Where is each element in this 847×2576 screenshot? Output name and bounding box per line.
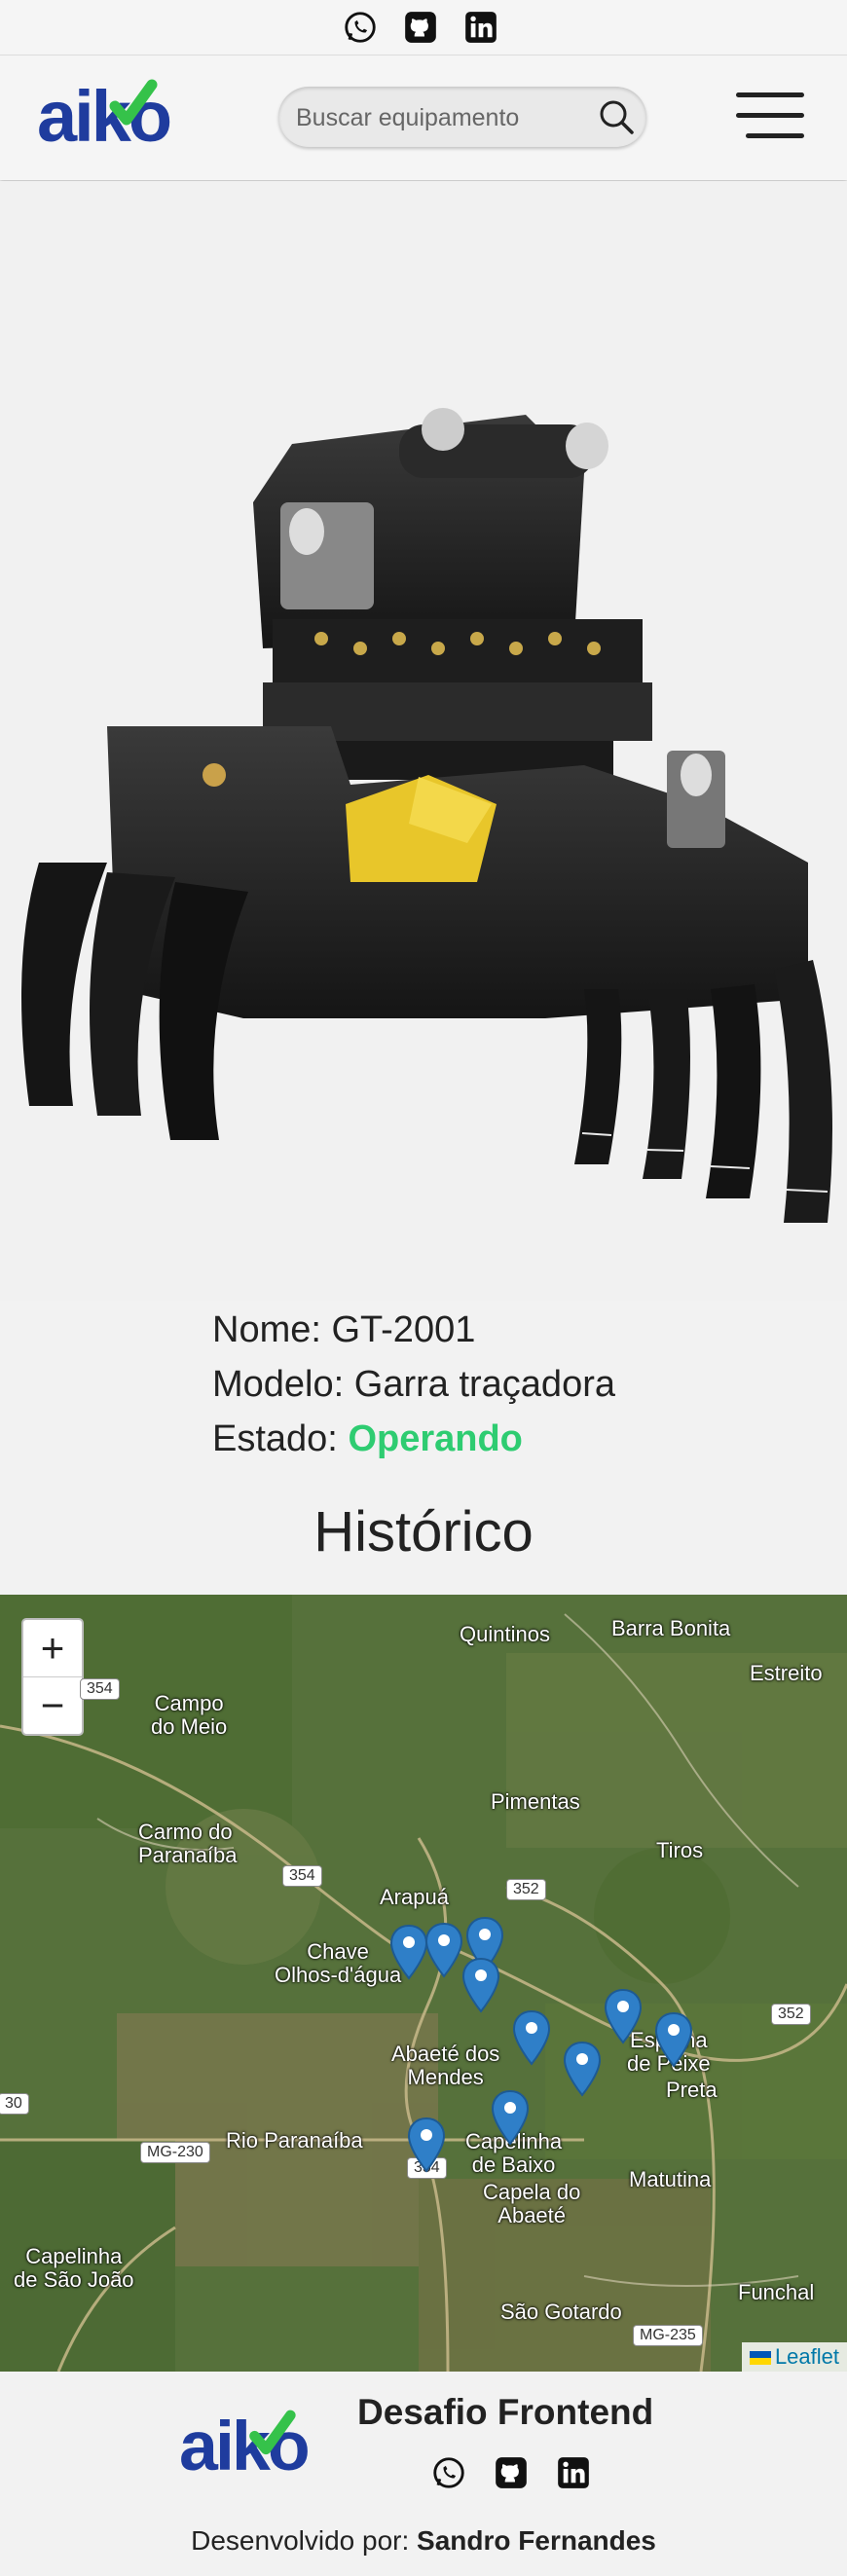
map-marker-icon[interactable] bbox=[424, 1922, 463, 1978]
map-label: Rio Paranaíba bbox=[226, 2128, 363, 2153]
map-marker-icon[interactable] bbox=[604, 1988, 643, 2044]
map-label: Pimentas bbox=[491, 1789, 580, 1814]
whatsapp-icon[interactable] bbox=[341, 8, 380, 47]
name-label: Nome: bbox=[212, 1309, 321, 1350]
footer-credits: Desenvolvido por: Sandro Fernandes bbox=[0, 2525, 847, 2557]
equipment-state-row: Estado: Operando bbox=[212, 1412, 615, 1466]
map-marker-icon[interactable] bbox=[407, 2116, 446, 2173]
map-label: Estreito bbox=[750, 1661, 823, 1685]
footer: aiko Desafio Frontend Desenvolvido por: … bbox=[0, 2373, 847, 2576]
status-badge: Operando bbox=[348, 1418, 523, 1459]
road-shield: 354 bbox=[80, 1678, 120, 1700]
map-label: Matutina bbox=[629, 2167, 712, 2191]
road-shield: 30 bbox=[0, 2093, 29, 2115]
leaflet-link[interactable]: Leaflet bbox=[775, 2344, 839, 2369]
ukraine-flag-icon bbox=[749, 2351, 771, 2366]
equipment-model-row: Modelo: Garra traçadora bbox=[212, 1357, 615, 1412]
footer-aiko-logo: aiko bbox=[179, 2408, 330, 2485]
github-icon[interactable] bbox=[491, 2452, 532, 2493]
map-label: Chave Olhos-d'água bbox=[275, 1939, 402, 1987]
map-label: Arapuá bbox=[380, 1885, 449, 1909]
road-shield: MG-235 bbox=[633, 2325, 703, 2346]
model-label: Modelo: bbox=[212, 1364, 345, 1405]
equipment-model: Garra traçadora bbox=[353, 1364, 615, 1405]
linkedin-icon[interactable] bbox=[553, 2452, 594, 2493]
equipment-image bbox=[0, 181, 847, 1301]
hamburger-menu-icon[interactable] bbox=[736, 92, 804, 143]
search-input[interactable] bbox=[294, 96, 590, 139]
map-label: Preta bbox=[666, 2078, 718, 2102]
top-social-bar bbox=[0, 0, 847, 55]
map-label: Quintinos bbox=[460, 1622, 550, 1646]
map-marker-icon[interactable] bbox=[654, 2011, 693, 2068]
zoom-in-button[interactable]: + bbox=[23, 1620, 82, 1676]
credits-prefix: Desenvolvido por: bbox=[191, 2525, 410, 2556]
github-icon[interactable] bbox=[401, 8, 440, 47]
road-shield: 352 bbox=[506, 1879, 546, 1900]
whatsapp-icon[interactable] bbox=[428, 2452, 469, 2493]
road-shield: 352 bbox=[771, 2004, 811, 2025]
map-attribution[interactable]: Leaflet bbox=[741, 2342, 847, 2372]
map-marker-icon[interactable] bbox=[491, 2089, 530, 2146]
map-marker-icon[interactable] bbox=[563, 2041, 602, 2097]
footer-title: Desafio Frontend bbox=[357, 2392, 654, 2432]
map-label: Capelinha de São João bbox=[14, 2244, 134, 2292]
map-label: Campo do Meio bbox=[151, 1691, 228, 1739]
map-label: Abaeté dos Mendes bbox=[391, 2042, 500, 2089]
social-links bbox=[341, 8, 500, 47]
search-box bbox=[278, 87, 646, 147]
map-label: Carmo do Paranaíba bbox=[138, 1820, 238, 1867]
road-shield: 354 bbox=[282, 1865, 322, 1887]
map-label: São Gotardo bbox=[500, 2300, 622, 2324]
road-shield: MG-230 bbox=[140, 2142, 210, 2163]
equipment-name: GT-2001 bbox=[331, 1309, 476, 1350]
main-header: aiko bbox=[0, 55, 847, 180]
map-label: Funchal bbox=[738, 2280, 815, 2304]
credits-author: Sandro Fernandes bbox=[417, 2525, 656, 2556]
zoom-out-button[interactable]: − bbox=[23, 1676, 82, 1734]
map-marker-icon[interactable] bbox=[389, 1924, 428, 1980]
map-label: Capela do Abaeté bbox=[483, 2180, 581, 2227]
map-label: Barra Bonita bbox=[611, 1616, 731, 1640]
zoom-control: + − bbox=[21, 1618, 84, 1736]
history-map[interactable]: + − Quintinos Barra Bonita Estreito Camp… bbox=[0, 1595, 847, 2372]
aiko-logo[interactable]: aiko bbox=[37, 76, 193, 157]
map-label: Tiros bbox=[656, 1838, 704, 1862]
search-icon[interactable] bbox=[598, 98, 635, 135]
map-marker-icon[interactable] bbox=[512, 2009, 551, 2066]
map-marker-icon[interactable] bbox=[461, 1957, 500, 2013]
footer-social-links bbox=[428, 2452, 594, 2493]
state-label: Estado: bbox=[212, 1418, 338, 1459]
equipment-details: Nome: GT-2001 Modelo: Garra traçadora Es… bbox=[212, 1303, 615, 1466]
linkedin-icon[interactable] bbox=[461, 8, 500, 47]
history-title: Histórico bbox=[313, 1500, 534, 1564]
equipment-name-row: Nome: GT-2001 bbox=[212, 1303, 615, 1357]
